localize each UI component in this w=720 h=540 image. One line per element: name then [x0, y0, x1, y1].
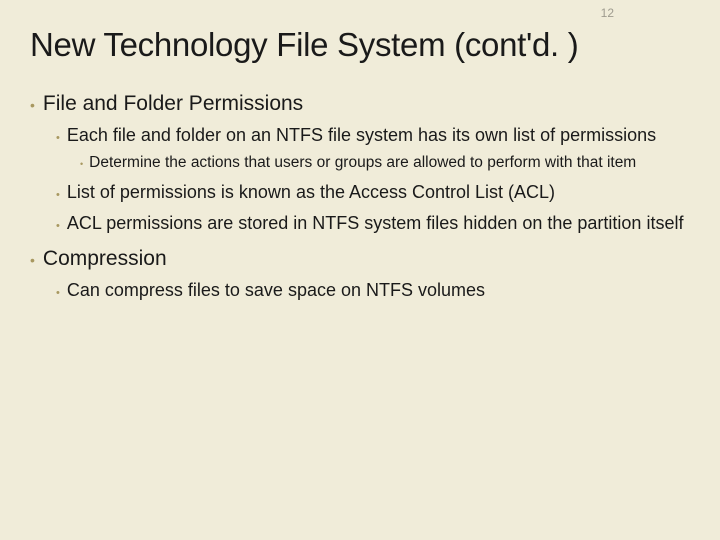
slide-title: New Technology File System (cont'd. )	[30, 26, 690, 64]
list-item: • Determine the actions that users or gr…	[80, 153, 690, 173]
bullet-icon: •	[30, 98, 35, 112]
bullet-icon: •	[80, 158, 83, 171]
bullet-text: Can compress files to save space on NTFS…	[67, 279, 485, 302]
bullet-text: Determine the actions that users or grou…	[89, 153, 636, 173]
bullet-icon: •	[56, 188, 60, 202]
bullet-text: ACL permissions are stored in NTFS syste…	[67, 212, 684, 235]
bullet-icon: •	[56, 219, 60, 233]
bullet-icon: •	[56, 131, 60, 145]
bullet-icon: •	[56, 286, 60, 300]
list-item: • ACL permissions are stored in NTFS sys…	[56, 212, 690, 235]
list-item: • Can compress files to save space on NT…	[56, 279, 690, 302]
bullet-icon: •	[30, 253, 35, 267]
list-item: • Compression • Can compress files to sa…	[30, 247, 690, 302]
bullet-list: • File and Folder Permissions • Each fil…	[30, 92, 690, 302]
bullet-text: List of permissions is known as the Acce…	[67, 181, 555, 204]
bullet-text: Compression	[43, 247, 167, 271]
list-item: • Each file and folder on an NTFS file s…	[56, 124, 690, 173]
bullet-text: File and Folder Permissions	[43, 92, 303, 116]
bullet-text: Each file and folder on an NTFS file sys…	[67, 124, 656, 147]
page-number: 12	[601, 6, 614, 20]
list-item: • File and Folder Permissions • Each fil…	[30, 92, 690, 235]
list-item: • List of permissions is known as the Ac…	[56, 181, 690, 204]
